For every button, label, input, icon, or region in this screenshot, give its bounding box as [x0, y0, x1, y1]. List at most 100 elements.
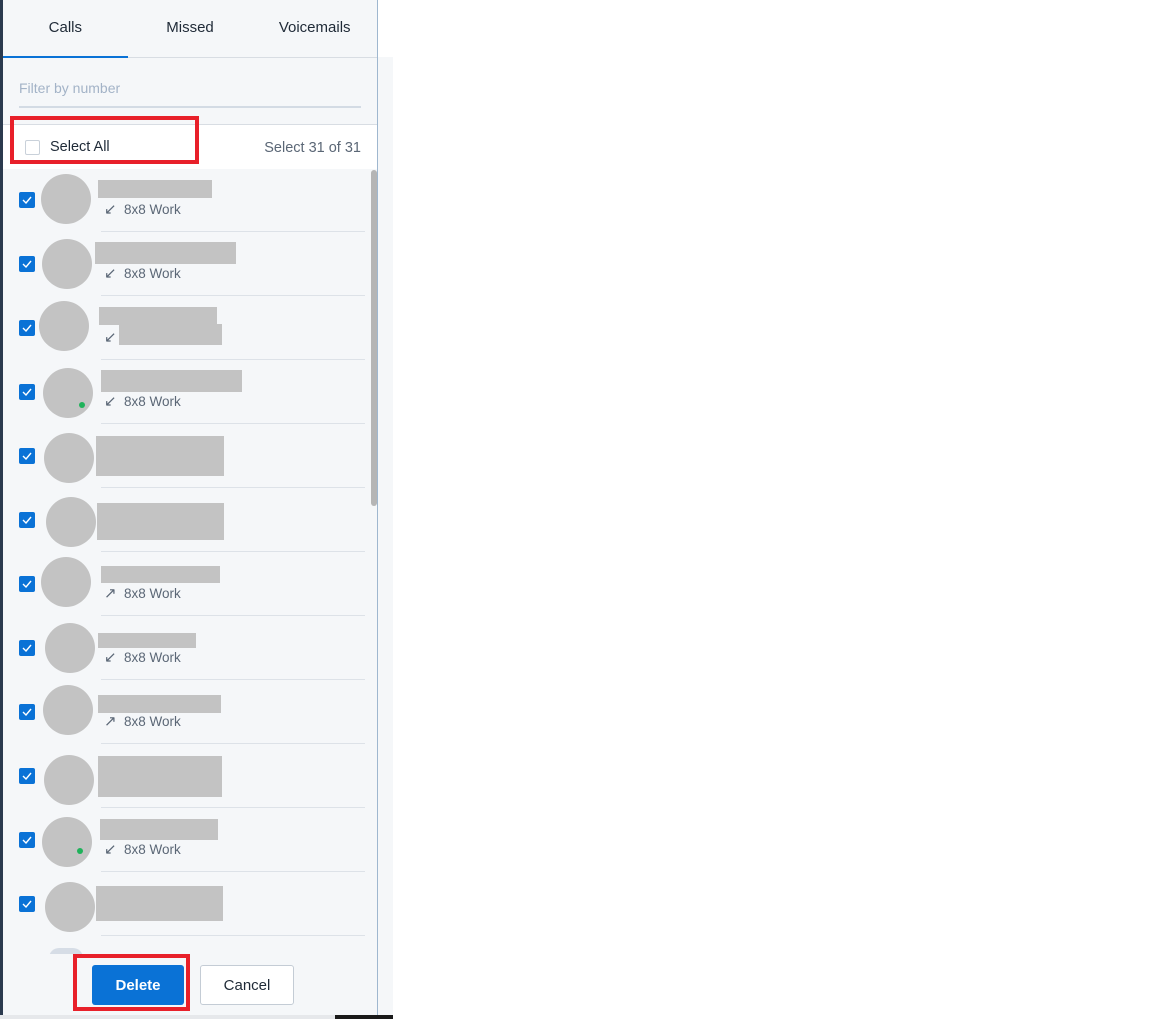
- checkmark-icon: [22, 836, 32, 844]
- call-detail: ↙ 8x8 Work: [104, 648, 181, 666]
- row-checkbox[interactable]: [19, 768, 35, 784]
- avatar: [41, 557, 91, 607]
- taskbar-fragment: [335, 1015, 393, 1019]
- outgoing-call-icon: ↗: [104, 585, 117, 602]
- avatar: [42, 239, 92, 289]
- call-history-panel: Calls Missed Voicemails Select All Selec…: [3, 0, 378, 1015]
- checkmark-icon: [22, 196, 32, 204]
- call-line-label: 8x8 Work: [124, 393, 181, 409]
- cancel-button[interactable]: Cancel: [200, 965, 294, 1005]
- call-line-label: 8x8 Work: [124, 265, 181, 281]
- select-all-bar: Select All Select 31 of 31: [3, 124, 377, 169]
- redacted-contact-name: [98, 695, 221, 713]
- redacted-contact-name: [98, 756, 222, 797]
- call-list-item[interactable]: ↙ 8x8 Work: [3, 360, 365, 424]
- redacted-contact-name: [95, 242, 236, 264]
- call-detail: ↙ 8x8 Work: [104, 392, 181, 410]
- list-scrollbar-thumb[interactable]: [371, 170, 377, 506]
- presence-online-icon: [79, 402, 85, 408]
- call-list-item[interactable]: ↙ 8x8 Work: [3, 168, 365, 232]
- call-list-item[interactable]: ↗ 8x8 Work: [3, 680, 365, 744]
- call-list-item[interactable]: ↙ 8x8 Work: [3, 616, 365, 680]
- call-list-item[interactable]: [3, 424, 365, 488]
- avatar: [44, 755, 94, 805]
- avatar: [45, 623, 95, 673]
- call-line-label: 8x8 Work: [124, 841, 181, 857]
- call-list-item[interactable]: ↙: [3, 296, 365, 360]
- avatar: [46, 497, 96, 547]
- incoming-call-icon: ↙: [104, 329, 117, 346]
- incoming-call-icon: ↙: [104, 649, 117, 666]
- row-checkbox[interactable]: [19, 512, 35, 528]
- call-detail: ↙ 8x8 Work: [104, 840, 181, 858]
- call-list-item[interactable]: [3, 744, 365, 808]
- redacted-contact-name: [101, 370, 242, 392]
- row-checkbox[interactable]: [19, 640, 35, 656]
- selection-count: Select 31 of 31: [264, 140, 361, 156]
- row-checkbox[interactable]: [19, 832, 35, 848]
- filter-by-number-input[interactable]: [19, 74, 361, 102]
- outgoing-call-icon: ↗: [104, 713, 117, 730]
- incoming-call-icon: ↙: [104, 841, 117, 858]
- row-checkbox[interactable]: [19, 320, 35, 336]
- call-detail: ↗ 8x8 Work: [104, 712, 181, 730]
- call-list-item[interactable]: ↙ 8x8 Work: [3, 808, 365, 872]
- checkmark-icon: [22, 708, 32, 716]
- select-all-checkbox[interactable]: [25, 139, 40, 155]
- tab-missed[interactable]: Missed: [128, 0, 253, 57]
- redacted-contact-name: [97, 503, 224, 540]
- tab-calls[interactable]: Calls: [3, 0, 128, 58]
- delete-button[interactable]: Delete: [92, 965, 184, 1005]
- checkmark-icon: [22, 260, 32, 268]
- call-line-label: 8x8 Work: [124, 201, 181, 217]
- checkmark-icon: [22, 900, 32, 908]
- select-all-checkbox-group[interactable]: Select All: [25, 139, 110, 155]
- redacted-contact-name: [101, 566, 220, 583]
- right-gutter: [378, 57, 393, 1015]
- row-divider: [101, 935, 365, 936]
- select-all-label: Select All: [50, 139, 110, 155]
- avatar: [44, 433, 94, 483]
- call-detail: ↙ 8x8 Work: [104, 264, 181, 282]
- call-line-label: 8x8 Work: [124, 649, 181, 665]
- avatar: [41, 174, 91, 224]
- avatar: [42, 817, 92, 867]
- row-checkbox[interactable]: [19, 704, 35, 720]
- checkmark-icon: [22, 644, 32, 652]
- row-checkbox[interactable]: [19, 256, 35, 272]
- call-list-item[interactable]: ↙ 8x8 Work: [3, 232, 365, 296]
- avatar: [39, 301, 89, 351]
- incoming-call-icon: ↙: [104, 265, 117, 282]
- checkmark-icon: [22, 516, 32, 524]
- action-footer: [3, 954, 377, 1015]
- call-list-item[interactable]: ↗ 8x8 Work: [3, 552, 365, 616]
- checkmark-icon: [22, 772, 32, 780]
- incoming-call-icon: ↙: [104, 201, 117, 218]
- call-detail: ↗ 8x8 Work: [104, 584, 181, 602]
- checkmark-icon: [22, 580, 32, 588]
- avatar: [43, 685, 93, 735]
- avatar: [45, 882, 95, 932]
- call-line-label: 8x8 Work: [124, 585, 181, 601]
- incoming-call-icon: ↙: [104, 393, 117, 410]
- call-list-item[interactable]: [3, 872, 365, 936]
- checkmark-icon: [22, 388, 32, 396]
- presence-online-icon: [77, 848, 83, 854]
- call-list-item[interactable]: [3, 488, 365, 552]
- row-checkbox[interactable]: [19, 448, 35, 464]
- checkmark-icon: [22, 324, 32, 332]
- call-line-label: 8x8 Work: [124, 713, 181, 729]
- redacted-contact-name: [98, 180, 212, 198]
- row-checkbox[interactable]: [19, 384, 35, 400]
- tab-bar: Calls Missed Voicemails: [3, 0, 377, 58]
- redacted-contact-name: [96, 436, 224, 476]
- redacted-contact-name: [96, 886, 223, 921]
- row-checkbox[interactable]: [19, 192, 35, 208]
- row-checkbox[interactable]: [19, 576, 35, 592]
- row-checkbox[interactable]: [19, 896, 35, 912]
- redacted-detail: [119, 324, 222, 345]
- call-list: ↙ 8x8 Work ↙ 8x8 Work ↙ ↙ 8x8 Work ↗ 8x8 Work ↙ 8x…: [3, 168, 377, 954]
- redacted-contact-name: [99, 307, 217, 325]
- tab-voicemails[interactable]: Voicemails: [252, 0, 377, 57]
- checkmark-icon: [22, 452, 32, 460]
